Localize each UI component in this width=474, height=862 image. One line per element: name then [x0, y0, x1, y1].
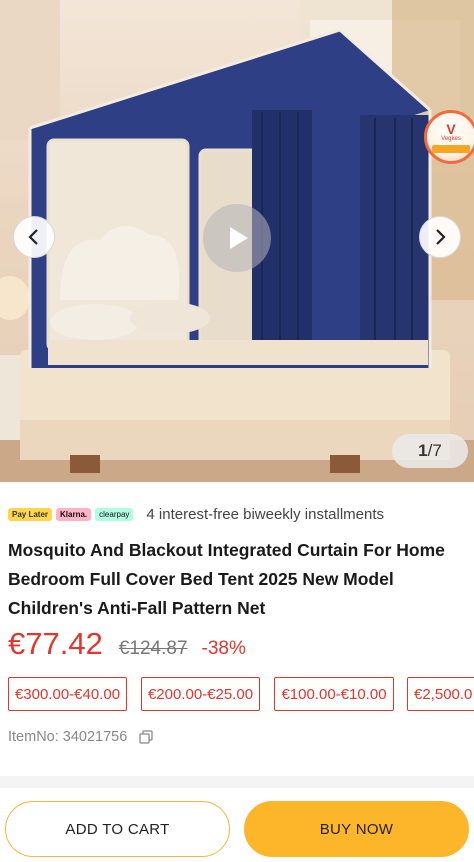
image-counter-total: /7	[427, 441, 442, 460]
brand-logo-stripe	[432, 144, 470, 153]
brand-logo-text: Vegkes	[441, 135, 461, 142]
clearpay-badge: clearpay	[95, 508, 134, 521]
paylater-badge: Pay Later	[8, 508, 53, 521]
coupon-item[interactable]: €200.00-€25.00	[141, 677, 260, 711]
brand-logo-mark: V	[446, 120, 456, 137]
image-counter: 1/7	[392, 434, 468, 468]
coupon-item[interactable]: €100.00-€10.00	[274, 677, 394, 711]
chevron-right-icon	[436, 229, 446, 245]
coupon-item[interactable]: €300.00-€40.00	[8, 677, 127, 711]
copy-icon	[139, 730, 153, 744]
play-video-button[interactable]	[203, 204, 271, 272]
coupon-list[interactable]: €300.00-€40.00 €200.00-€25.00 €100.00-€1…	[8, 677, 474, 711]
product-image-gallery[interactable]: V Vegkes 1/7	[0, 0, 474, 482]
play-icon	[230, 227, 248, 249]
brand-logo-badge: V Vegkes	[424, 110, 474, 164]
item-number-row: ItemNo: 34021756	[8, 729, 153, 745]
original-price: €124.87	[118, 638, 188, 659]
bottom-action-bar: ADD TO CART BUY NOW	[0, 788, 474, 862]
copy-item-number-button[interactable]	[139, 730, 153, 744]
product-title: Mosquito And Blackout Integrated Curtain…	[8, 540, 445, 618]
buy-now-button[interactable]: BUY NOW	[244, 801, 469, 857]
chevron-left-icon	[28, 229, 38, 245]
add-to-cart-button[interactable]: ADD TO CART	[5, 801, 230, 857]
prev-image-button[interactable]	[13, 216, 55, 258]
section-divider	[0, 776, 474, 788]
discount-badge: -38%	[201, 638, 246, 659]
coupon-item[interactable]: €2,500.0	[407, 677, 474, 711]
price-row: €77.42 €124.87 -38%	[8, 626, 246, 662]
installment-info[interactable]: Pay Later Klarna. clearpay 4 interest-fr…	[8, 506, 384, 523]
next-image-button[interactable]	[419, 216, 461, 258]
klarna-badge: Klarna.	[56, 508, 92, 521]
installment-text: 4 interest-free biweekly installments	[146, 506, 385, 523]
current-price: €77.42	[8, 626, 103, 661]
image-counter-current: 1	[418, 441, 428, 460]
item-number: ItemNo: 34021756	[8, 729, 128, 745]
